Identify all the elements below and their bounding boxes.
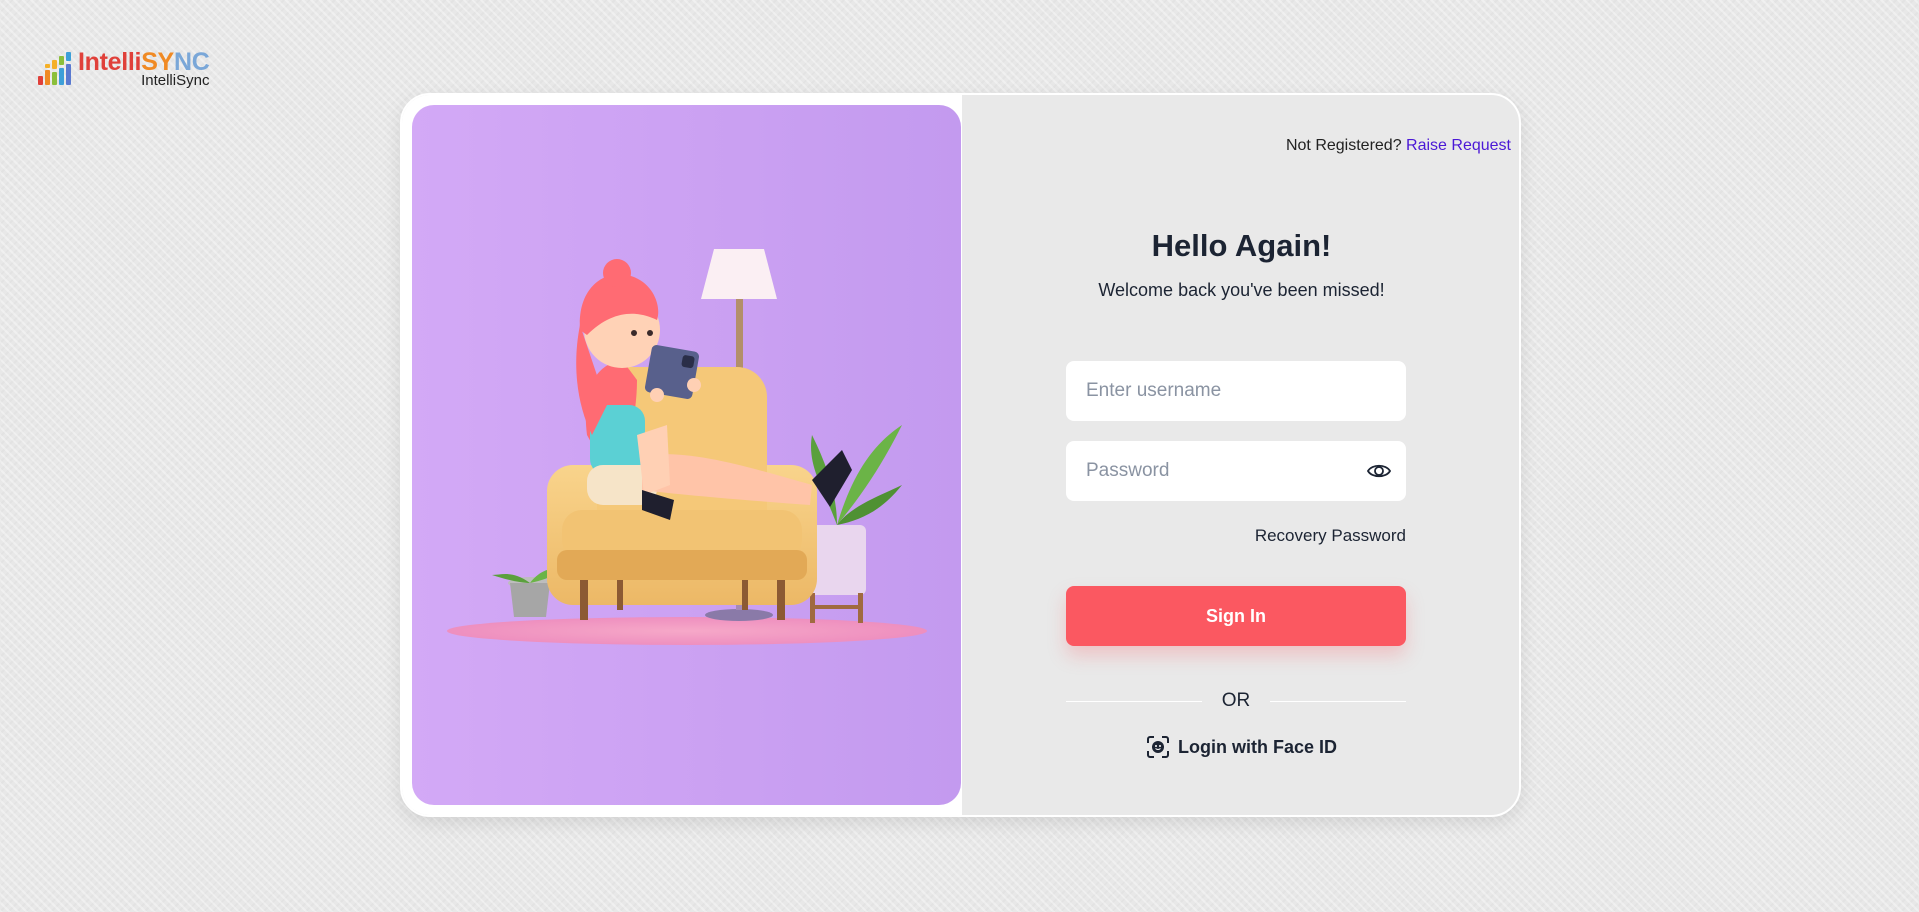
username-field-wrapper [1066, 361, 1406, 421]
password-field-wrapper [1066, 441, 1406, 501]
bar-chart-logo-icon [38, 50, 72, 86]
password-input[interactable] [1066, 441, 1406, 501]
face-id-icon [1146, 736, 1169, 758]
login-subtitle: Welcome back you've been missed! [1098, 280, 1385, 300]
or-text: OR [1221, 690, 1251, 711]
face-id-label: Login with Face ID [1177, 736, 1337, 757]
login-card: Not Registered? Raise Request Hello Agai… [400, 93, 1521, 817]
raise-request-link[interactable]: Raise Request [1406, 137, 1511, 154]
divider-line-left [1066, 700, 1202, 702]
or-divider: OR [1066, 690, 1406, 712]
recovery-password-link[interactable]: Recovery Password [1255, 526, 1406, 546]
register-prompt: Not Registered? Raise Request [1286, 137, 1511, 155]
divider-line-right [1270, 700, 1406, 702]
illustration-panel [412, 105, 961, 805]
login-form-panel: Not Registered? Raise Request Hello Agai… [962, 95, 1519, 815]
login-title: Hello Again! [1151, 228, 1332, 263]
girl-on-armchair-illustration [447, 249, 927, 645]
not-registered-text: Not Registered? [1285, 137, 1402, 154]
sign-in-button[interactable]: Sign In [1066, 586, 1406, 646]
eye-icon[interactable] [1366, 459, 1392, 483]
brand-logo: IntelliSYNC IntelliSync [38, 50, 210, 88]
username-input[interactable] [1066, 361, 1406, 421]
face-id-login-button[interactable]: Login with Face ID [962, 735, 1519, 759]
